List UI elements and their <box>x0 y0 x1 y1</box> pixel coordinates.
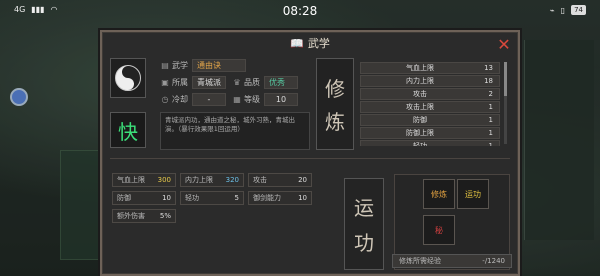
floating-assist-button[interactable] <box>10 88 28 106</box>
bluetooth-icon: ⌁ <box>549 5 555 15</box>
skill-info: ▤ 武学 通由诀 ▣ 所属 青城派 ♛ 品质 优秀 ◷ 冷却 - ▦ 等级 10 <box>160 58 308 109</box>
attribute-cell: 额外伤害 5% <box>112 209 176 223</box>
skill-slot[interactable]: 运功 <box>457 179 489 209</box>
list-item: 气血上限 13 <box>360 62 500 74</box>
skill-description: 青城派内功，通由道之秘，城外习熟，青城出演。（暴行效果限1回运用） <box>160 112 310 150</box>
skill-name-row: ▤ 武学 通由诀 <box>160 58 308 73</box>
crown-icon: ♛ <box>233 78 241 87</box>
status-left-icons: 4G ▮▮▮ ◠ <box>14 5 58 14</box>
dialog-title: 📖 武学 <box>102 32 518 54</box>
skill-slot[interactable]: 秘 <box>423 215 455 245</box>
cultivate-glyph-1: 修 <box>325 77 345 101</box>
skill-dialog: 📖 武学 ✕ ▤ 武学 通由诀 ▣ 所属 青城派 ♛ 品质 优秀 ◷ 冷却 - … <box>100 30 520 276</box>
list-item: 攻击上限 1 <box>360 101 500 113</box>
attribute-grid: 气血上限 300 内力上限 320 攻击 20 防御 10 轻功 5 御剑能力 <box>112 173 312 227</box>
level-icon: ▦ <box>233 95 241 104</box>
quality-label: 品质 <box>244 78 260 87</box>
attribute-row: 气血上限 300 内力上限 320 攻击 20 <box>112 173 312 187</box>
cultivate-glyph-2: 炼 <box>325 110 345 134</box>
yin-yang-icon <box>115 65 141 91</box>
attribute-row: 防御 10 轻功 5 御剑能力 10 <box>112 191 312 205</box>
cooldown-value: - <box>192 93 226 106</box>
list-item: 轻功 1 <box>360 140 500 146</box>
attribute-row: 额外伤害 5% <box>112 209 312 223</box>
skill-slot[interactable]: 修炼 <box>423 179 455 209</box>
status-time: 08:28 <box>282 4 318 18</box>
school-icon: ▣ <box>161 78 169 87</box>
skill-emblem <box>110 58 146 98</box>
cultivate-panel[interactable]: 修 炼 <box>316 58 354 150</box>
status-bar: 4G ▮▮▮ ◠ 08:28 ⌁ ▯ 74 <box>0 0 600 22</box>
scrollbar-thumb[interactable] <box>504 62 507 96</box>
background-right-panel <box>524 40 594 240</box>
skill-type-badge: 快 <box>110 112 146 148</box>
close-button[interactable]: ✕ <box>496 37 512 53</box>
vibrate-icon: ▯ <box>560 5 566 15</box>
attribute-cell: 轻功 5 <box>180 191 244 205</box>
quality-value: 优秀 <box>264 76 298 89</box>
network-icon: 4G <box>14 5 26 14</box>
school-label: 所属 <box>172 78 188 87</box>
level-value: 10 <box>264 93 298 106</box>
attribute-cell: 防御 10 <box>112 191 176 205</box>
circulate-glyph-1: 运 <box>354 196 374 220</box>
dialog-title-text: 武学 <box>307 37 330 50</box>
cultivation-stats-list[interactable]: 气血上限 13 内力上限 18 攻击 2 攻击上限 1 防御 1 防御上限 1 … <box>360 62 500 146</box>
skill-school-row: ▣ 所属 青城派 ♛ 品质 优秀 <box>160 75 308 90</box>
school-value: 青城派 <box>192 76 226 89</box>
experience-label: 修炼所需经验 <box>399 257 441 265</box>
skill-name-label: 武学 <box>172 61 188 70</box>
stats-scrollbar[interactable] <box>504 62 507 144</box>
book-icon: 📖 <box>290 36 304 50</box>
scroll-icon: ▤ <box>161 61 169 70</box>
divider <box>110 158 510 159</box>
clock-icon: ◷ <box>161 95 169 104</box>
signal-icon: ▮▮▮ <box>31 5 45 14</box>
cooldown-label: 冷却 <box>172 95 188 104</box>
attribute-cell: 内力上限 320 <box>180 173 244 187</box>
list-item: 内力上限 18 <box>360 75 500 87</box>
circulate-glyph-2: 功 <box>354 231 374 255</box>
list-item: 攻击 2 <box>360 88 500 100</box>
skill-name-value: 通由诀 <box>192 59 246 72</box>
battery-icon: 74 <box>571 5 586 15</box>
attribute-cell: 气血上限 300 <box>112 173 176 187</box>
status-right-icons: ⌁ ▯ 74 <box>550 5 586 15</box>
attribute-cell: 攻击 20 <box>248 173 312 187</box>
circulate-panel[interactable]: 运 功 <box>344 178 384 270</box>
list-item: 防御上限 1 <box>360 127 500 139</box>
level-label: 等级 <box>244 95 260 104</box>
attribute-cell: 御剑能力 10 <box>248 191 312 205</box>
wifi-icon: ◠ <box>50 5 58 14</box>
experience-bar: 修炼所需经验 -/1240 <box>392 254 512 268</box>
experience-value: -/1240 <box>482 257 505 265</box>
skill-cooldown-row: ◷ 冷却 - ▦ 等级 10 <box>160 92 308 107</box>
list-item: 防御 1 <box>360 114 500 126</box>
